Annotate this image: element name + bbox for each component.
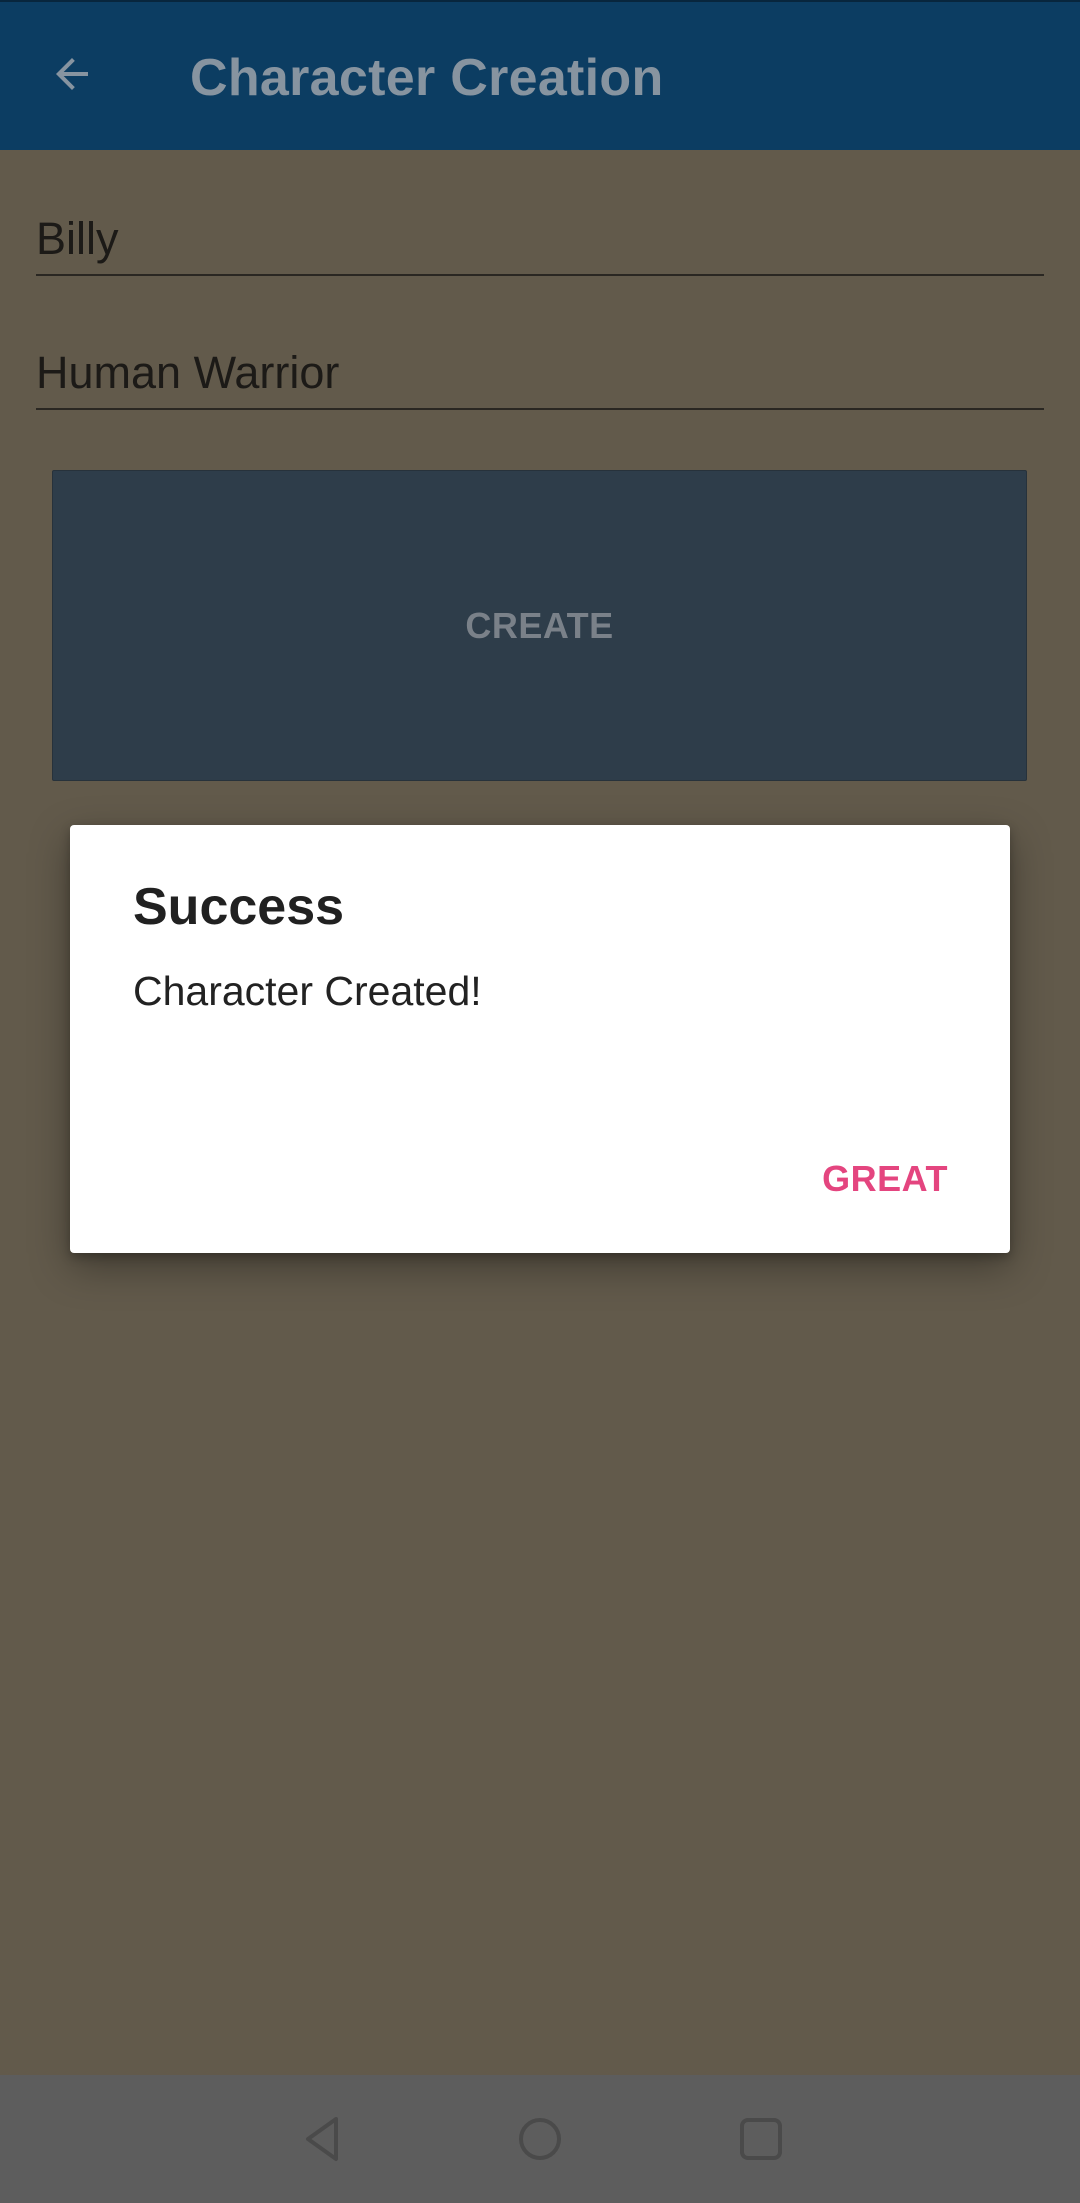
name-field-container xyxy=(36,204,1044,276)
app-bar: Character Creation xyxy=(0,0,1080,150)
create-button[interactable]: CREATE xyxy=(52,470,1027,781)
character-class-input[interactable] xyxy=(36,338,1044,408)
character-name-input[interactable] xyxy=(36,204,1044,274)
system-back-button[interactable] xyxy=(282,2099,362,2179)
arrow-back-icon xyxy=(56,58,88,90)
system-recents-button[interactable] xyxy=(721,2099,801,2179)
nav-back-icon xyxy=(306,2117,338,2161)
dialog-message: Character Created! xyxy=(133,968,482,1014)
great-button[interactable]: GREAT xyxy=(822,1150,948,1208)
dialog-title: Success xyxy=(133,878,345,936)
nav-recents-icon xyxy=(740,2118,782,2160)
create-button-label: CREATE xyxy=(465,604,614,646)
class-field-container xyxy=(36,338,1044,410)
success-dialog: Success Character Created! GREAT xyxy=(70,825,1010,1253)
nav-home-icon xyxy=(519,2118,561,2160)
page-title: Character Creation xyxy=(190,49,664,107)
back-button[interactable] xyxy=(30,32,114,116)
system-navigation-bar xyxy=(0,2075,1080,2203)
system-home-button[interactable] xyxy=(500,2099,580,2179)
